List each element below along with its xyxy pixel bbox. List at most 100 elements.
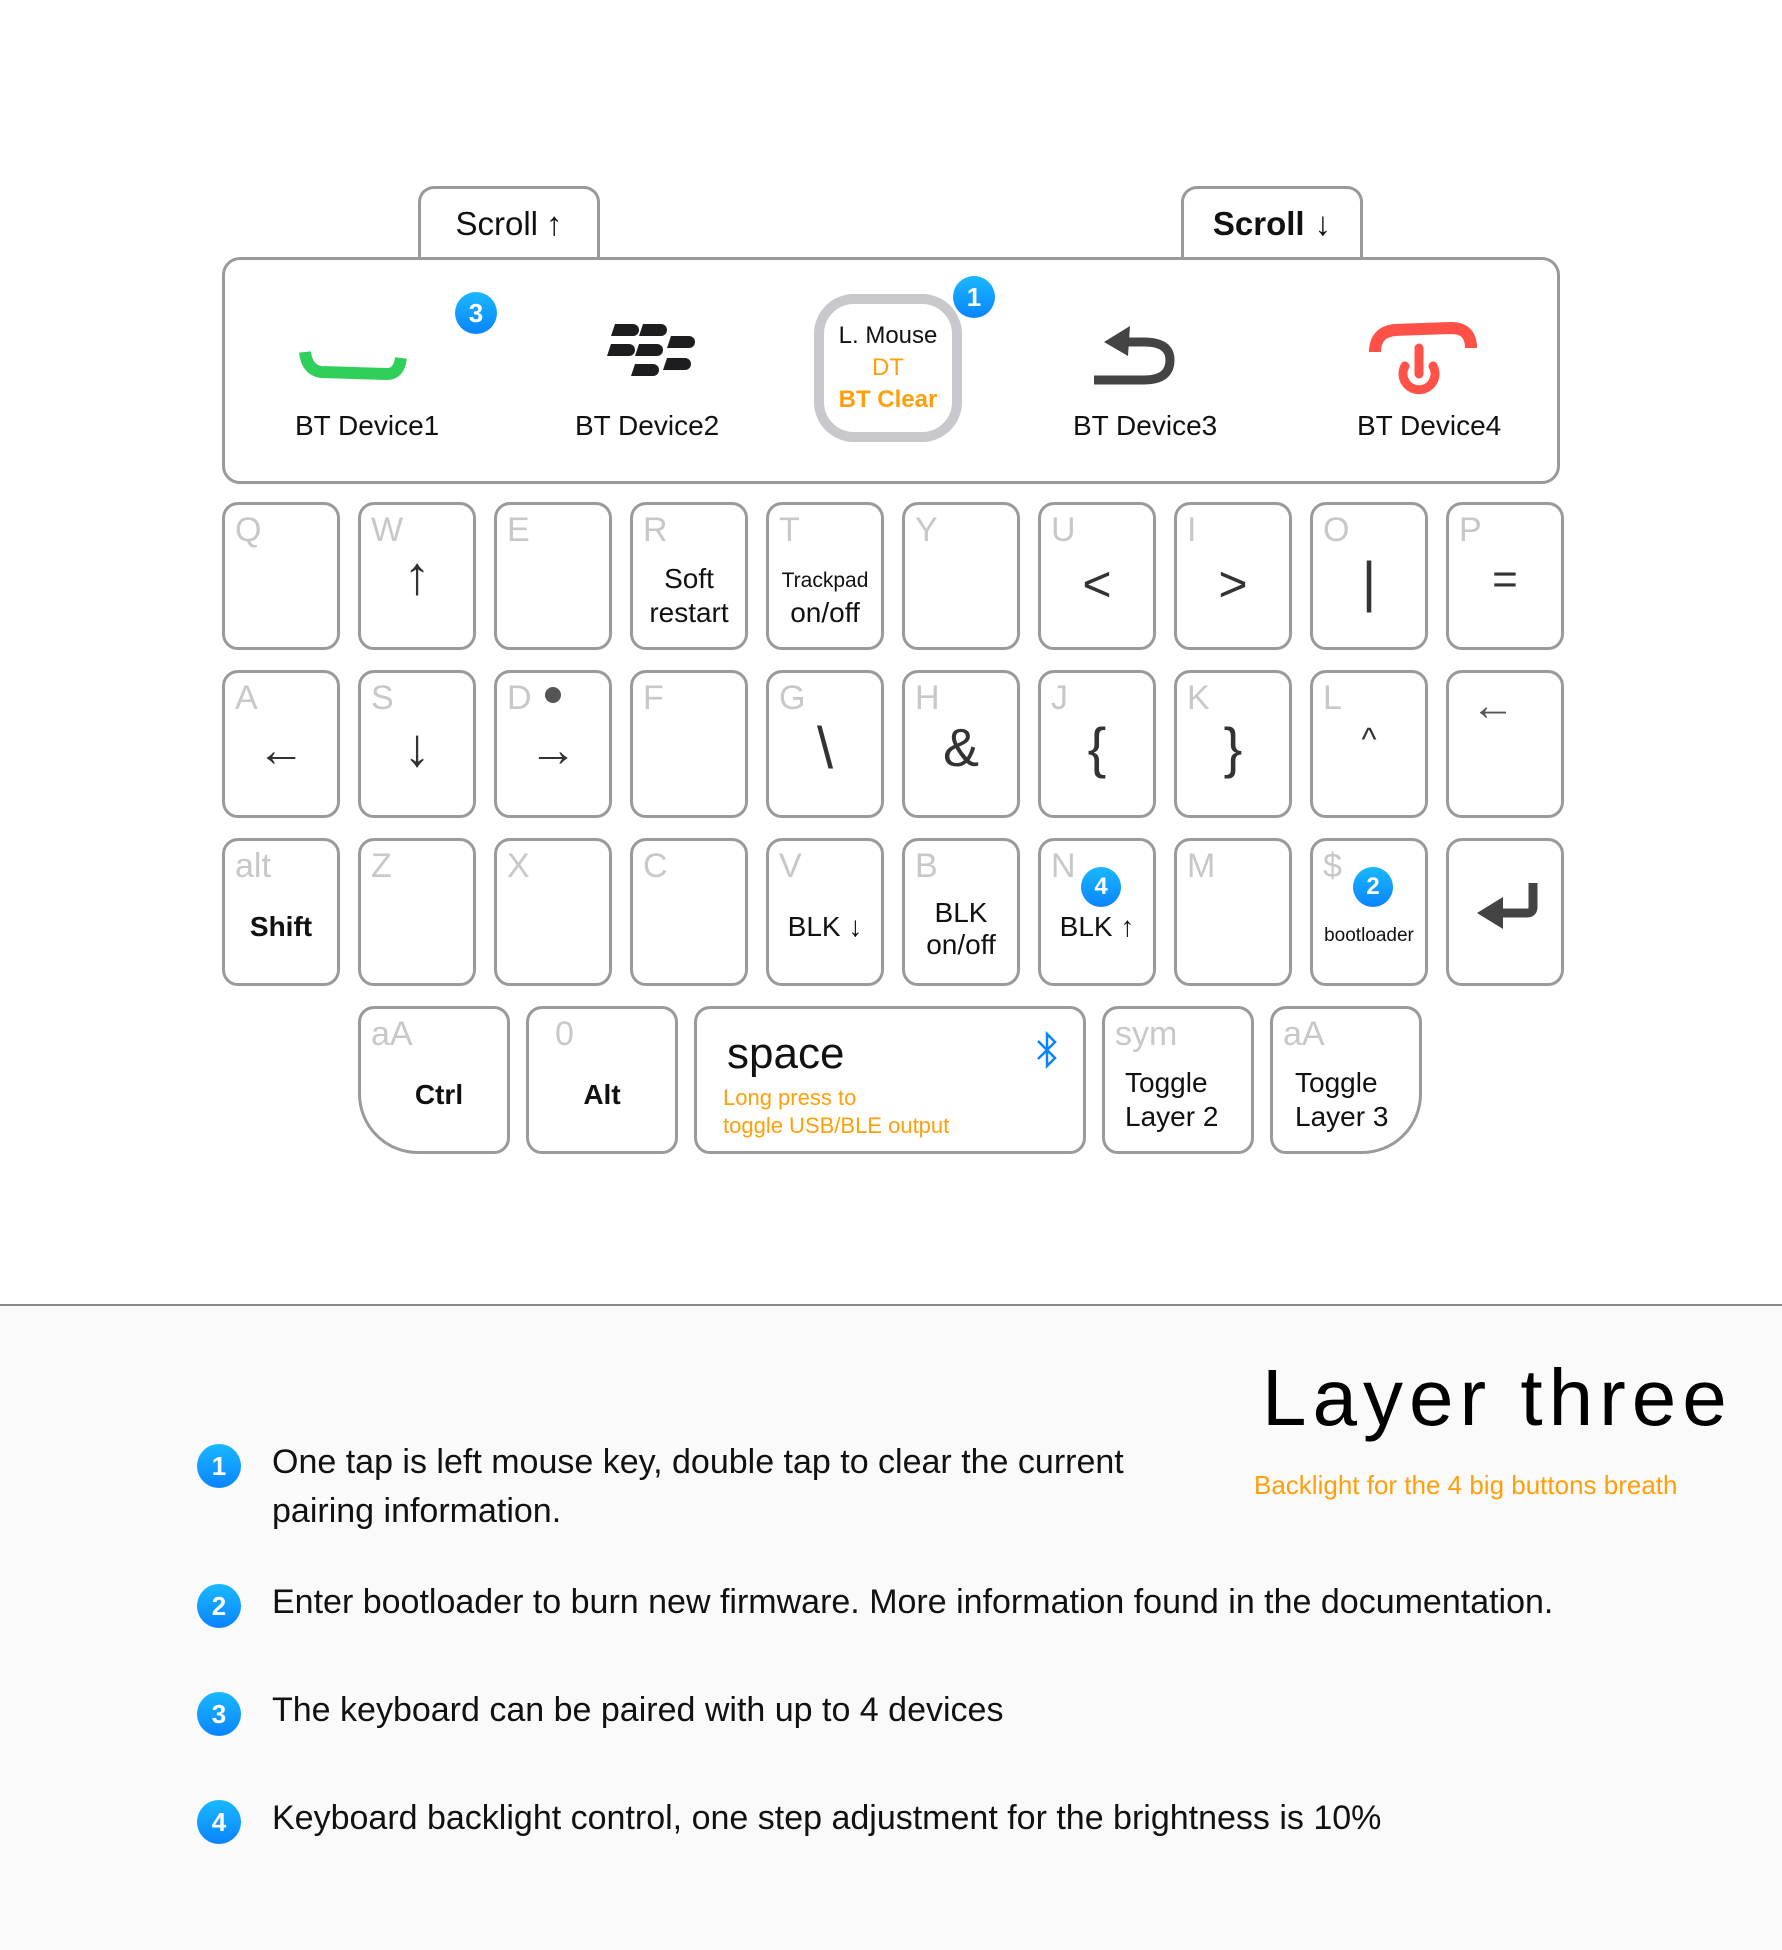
pipe-symbol: | — [1361, 550, 1377, 613]
key-g[interactable]: G \ — [766, 670, 884, 818]
badge-1: 1 — [953, 276, 995, 318]
bt-device4-button[interactable]: BT Device4 — [1335, 260, 1535, 481]
scroll-down-key[interactable]: Scroll ↓ — [1181, 186, 1363, 258]
key-shift[interactable]: alt Shift — [222, 838, 340, 986]
arrow-down-icon: ↓ — [1314, 204, 1332, 242]
key-t[interactable]: T Trackpad on/off — [766, 502, 884, 650]
key-s[interactable]: S ↓ — [358, 670, 476, 818]
key-y[interactable]: Y — [902, 502, 1020, 650]
note-badge-3: 3 — [197, 1692, 241, 1736]
note-4: 4 Keyboard backlight control, one step a… — [197, 1799, 1381, 1844]
key-label-line2: on/off — [790, 597, 860, 628]
key-backspace[interactable]: ← — [1446, 670, 1564, 818]
key-legend: P — [1459, 511, 1482, 549]
key-r[interactable]: R Soft restart — [630, 502, 748, 650]
green-call-icon — [299, 351, 407, 381]
key-u[interactable]: U < — [1038, 502, 1156, 650]
key-legend: E — [507, 511, 530, 549]
key-legend: K — [1187, 679, 1210, 717]
key-a[interactable]: A ← — [222, 670, 340, 818]
key-i[interactable]: I > — [1174, 502, 1292, 650]
layer-title: Layer three — [1262, 1353, 1733, 1442]
key-d[interactable]: D → — [494, 670, 612, 818]
key-o[interactable]: O | — [1310, 502, 1428, 650]
key-legend: O — [1323, 511, 1350, 549]
arrow-right-icon: → — [529, 724, 577, 777]
key-x[interactable]: X — [494, 838, 612, 986]
equals-symbol: = — [1492, 555, 1518, 604]
key-m[interactable]: M — [1174, 838, 1292, 986]
key-legend: M — [1187, 847, 1216, 885]
blackberry-logo-icon — [607, 324, 695, 376]
ampersand-symbol: & — [942, 718, 980, 778]
ctrl-label: Ctrl — [414, 1079, 464, 1110]
key-toggle-layer-3[interactable]: aA Toggle Layer 3 — [1270, 1006, 1422, 1154]
bt-device1-button[interactable]: BT Device1 3 — [275, 260, 505, 481]
key-n[interactable]: N BLK ↑ 4 — [1038, 838, 1156, 986]
key-ctrl[interactable]: aA Ctrl — [358, 1006, 510, 1154]
alt-label: Alt — [583, 1079, 621, 1110]
note-badge-1: 1 — [197, 1444, 241, 1488]
key-label-line1: BLK — [934, 897, 988, 928]
key-h[interactable]: H & — [902, 670, 1020, 818]
key-legend: A — [235, 679, 258, 717]
bt-device2-label: BT Device2 — [575, 410, 720, 441]
key-legend: aA — [1283, 1015, 1325, 1053]
key-w[interactable]: W ↑ — [358, 502, 476, 650]
scroll-up-label: Scroll — [455, 204, 539, 242]
key-f[interactable]: F — [630, 670, 748, 818]
bt-device3-button[interactable]: BT Device3 — [1055, 260, 1255, 481]
close-brace-symbol: } — [1223, 716, 1243, 779]
key-enter[interactable] — [1446, 838, 1564, 986]
backlight-down-label: BLK ↓ — [787, 911, 863, 942]
key-legend: sym — [1115, 1015, 1178, 1053]
key-bootloader[interactable]: $ bootloader 2 — [1310, 838, 1428, 986]
key-legend: aA — [371, 1015, 413, 1053]
note-2-text: Enter bootloader to burn new firmware. M… — [272, 1583, 1554, 1621]
key-label-line2: restart — [649, 597, 729, 628]
dot-marker-icon — [545, 687, 561, 703]
key-alt[interactable]: 0 Alt — [526, 1006, 678, 1154]
key-toggle-layer-2[interactable]: sym Toggle Layer 2 — [1102, 1006, 1254, 1154]
bt-device2-button[interactable]: BT Device2 — [555, 260, 755, 481]
arrow-left-icon: ← — [257, 724, 305, 777]
key-e[interactable]: E — [494, 502, 612, 650]
note-1-line2: pairing information. — [272, 1492, 562, 1530]
key-j[interactable]: J{ — [1038, 670, 1156, 818]
scroll-up-key[interactable]: Scroll ↑ — [418, 186, 600, 258]
key-legend: T — [779, 511, 800, 549]
note-badge-2: 2 — [197, 1584, 241, 1628]
key-b[interactable]: B BLK on/off — [902, 838, 1020, 986]
greater-than-symbol: > — [1218, 556, 1248, 612]
key-z[interactable]: Z — [358, 838, 476, 986]
less-than-symbol: < — [1082, 556, 1112, 612]
bt-device3-label: BT Device3 — [1073, 410, 1218, 441]
key-legend: $ — [1323, 847, 1342, 885]
key-legend: N — [1051, 847, 1076, 885]
key-p[interactable]: P = — [1446, 502, 1564, 650]
space-hint-line1: Long press to — [723, 1085, 857, 1110]
top-button-bar: BT Device1 3 BT Device2 L. Mouse DT BT C… — [222, 257, 1560, 484]
backslash-symbol: \ — [816, 716, 834, 781]
key-k[interactable]: K} — [1174, 670, 1292, 818]
key-v[interactable]: V BLK ↓ — [766, 838, 884, 986]
key-label-line1: Trackpad — [781, 569, 869, 592]
note-1-line1: One tap is left mouse key, double tap to… — [272, 1443, 1124, 1481]
key-space[interactable]: space Long press to toggle USB/BLE outpu… — [694, 1006, 1086, 1154]
key-legend: C — [643, 847, 668, 885]
backspace-icon: ← — [1471, 681, 1515, 730]
key-q[interactable]: Q — [222, 502, 340, 650]
bt-device4-label: BT Device4 — [1357, 410, 1502, 441]
key-l[interactable]: L ^ — [1310, 670, 1428, 818]
trackpad-button[interactable]: L. Mouse DT BT Clear — [814, 294, 962, 442]
key-label-line2: on/off — [926, 929, 996, 960]
arrow-down-icon: ↓ — [403, 718, 431, 778]
key-legend: L — [1323, 679, 1342, 717]
key-legend: D — [507, 679, 532, 717]
badge-4: 4 — [1081, 867, 1121, 907]
arrow-up-icon: ↑ — [546, 204, 563, 242]
key-c[interactable]: C — [630, 838, 748, 986]
bootloader-label: bootloader — [1324, 925, 1414, 946]
layer-subtitle: Backlight for the 4 big buttons breath — [1254, 1470, 1678, 1500]
key-legend: J — [1051, 679, 1068, 717]
